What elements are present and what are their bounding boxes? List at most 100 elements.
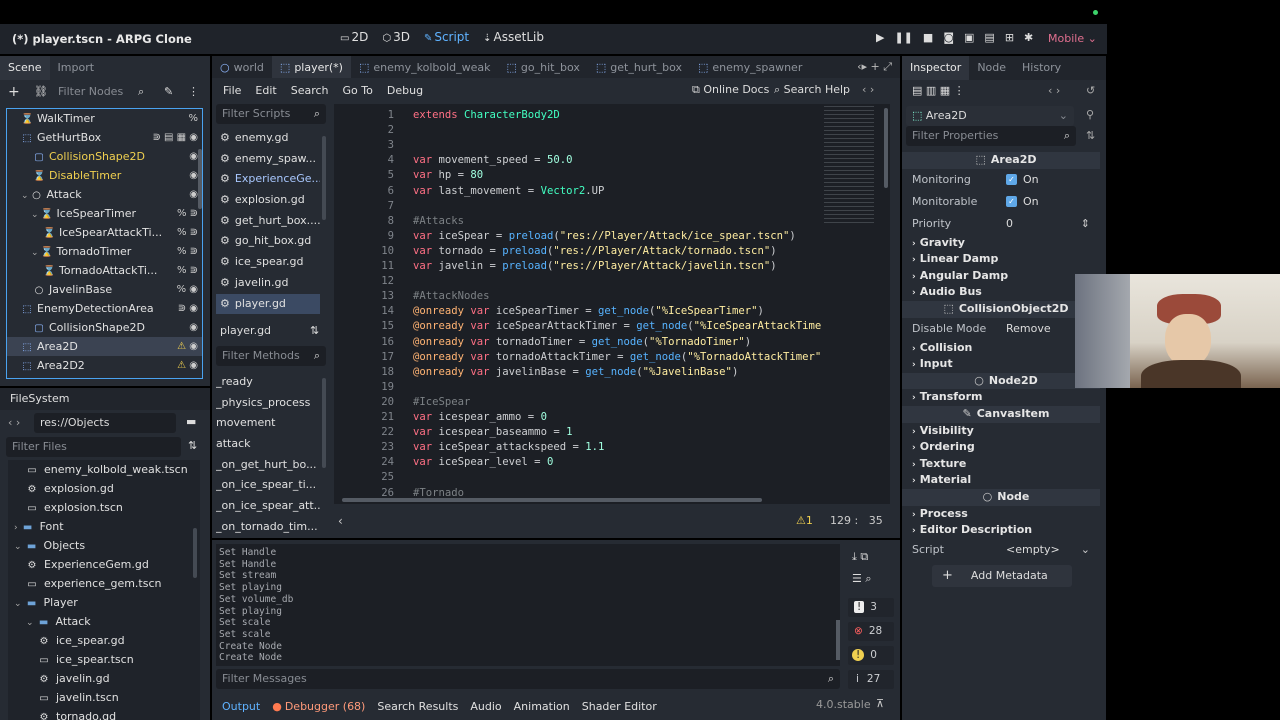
mode-button[interactable]: ✎ Script <box>424 30 469 44</box>
link-icon[interactable]: ⛓ <box>34 85 48 98</box>
section-material[interactable]: › Material <box>902 472 1100 489</box>
sort-icon[interactable]: ⇅ <box>310 324 319 337</box>
script-item[interactable]: ⚙ enemy.gd <box>216 128 320 149</box>
script-item[interactable]: ⚙ player.gd <box>216 293 320 315</box>
object-tools-icon[interactable]: ⚲ <box>1086 108 1094 121</box>
editor-tab[interactable]: ○ world <box>212 56 272 80</box>
code-line[interactable]: var movement_speed = 50.0 <box>413 154 572 166</box>
script-item[interactable]: ⚙ javelin.gd <box>216 273 320 294</box>
tab-import[interactable]: Import <box>50 56 103 80</box>
scene-node[interactable]: ⬚ GetHurtBox ⋑ ▤ ▦ ◉ <box>7 128 202 147</box>
tree-arrow-icon[interactable]: ⌄ <box>14 599 22 609</box>
property-row[interactable]: Disable Mode Remove <box>902 318 1100 340</box>
scene-node[interactable]: ▢ CollisionShape2D ◉ <box>7 147 202 166</box>
mode-2d[interactable]: 2D <box>351 30 368 44</box>
property-value[interactable]: Remove <box>1006 318 1051 340</box>
bottom-tab[interactable]: ● Debugger (68) <box>266 700 371 713</box>
property-value[interactable]: <empty> <box>1006 539 1060 561</box>
mode-button[interactable]: ▭ 2D <box>340 30 368 44</box>
inspector-tab[interactable]: History <box>1014 56 1069 80</box>
code-line[interactable]: var icespear_ammo = 0 <box>413 411 547 423</box>
node-status-icons[interactable]: ◉ <box>189 185 198 204</box>
code-line[interactable]: var iceSpear_attackspeed = 1.1 <box>413 441 604 453</box>
class-header[interactable]: ⬚ Area2D <box>902 152 1100 169</box>
scene-node[interactable]: ⌛ DisableTimer ◉ <box>7 166 202 185</box>
node-status-icons[interactable]: ⚠ ◉ <box>177 356 198 375</box>
code-line[interactable]: @onready var javelinBase = get_node("%Ja… <box>413 366 738 378</box>
script-item[interactable]: ⚙ ice_spear.gd <box>216 252 320 273</box>
section-audio-bus[interactable]: › Audio Bus <box>902 284 1100 301</box>
file-item[interactable]: ▭ javelin.tscn <box>8 688 200 707</box>
node-status-icons[interactable]: ◉ <box>189 147 198 166</box>
tree-arrow-icon[interactable]: ⌄ <box>26 618 34 628</box>
class-header[interactable]: ⬚ CollisionObject2D <box>902 300 1100 318</box>
method-item[interactable]: _on_tornado_tim... <box>216 517 320 534</box>
play-custom-icon[interactable]: ▤ <box>984 31 994 44</box>
editor-tab[interactable]: ⬚ enemy_kolbold_weak <box>351 56 499 80</box>
code-line[interactable]: @onready var tornadoTimer = get_node("%T… <box>413 336 751 348</box>
warning-count-badge[interactable]: ! 0 <box>848 646 894 665</box>
editor-tab[interactable]: ⬚ get_hurt_box <box>588 56 690 80</box>
section-texture[interactable]: › Texture <box>902 456 1100 473</box>
scene-node[interactable]: ⬚ Area2D ⚠ ◉ <box>7 337 202 356</box>
add-node-icon[interactable]: + <box>8 84 20 100</box>
node-status-icons[interactable]: % ⋑ <box>177 223 198 242</box>
folder-item[interactable]: ⌄ ▬ Player <box>8 593 200 612</box>
property-row[interactable]: Monitoring ✓ On <box>902 169 1100 191</box>
folder-item[interactable]: ⌄ ▬ Attack <box>8 612 200 631</box>
movie-icon[interactable]: ⊞ <box>1005 31 1014 44</box>
node-status-icons[interactable]: ⋑ ◉ <box>178 299 198 318</box>
pause-icon[interactable]: ❚❚ <box>894 31 912 44</box>
bottom-tab[interactable]: Animation <box>508 700 576 713</box>
file-item[interactable]: ▭ explosion.tscn <box>8 498 200 517</box>
code-line[interactable]: var icespear_baseammo = 1 <box>413 426 572 438</box>
method-item[interactable]: attack <box>216 434 320 455</box>
filter-scripts-input[interactable]: Filter Scripts ⌕ <box>216 104 326 124</box>
script-attach-icon[interactable]: ✎ <box>164 85 173 98</box>
file-item[interactable]: ⚙ ExperienceGem.gd <box>8 555 200 574</box>
property-row[interactable]: Priority 0 ⇕ <box>902 213 1100 235</box>
property-value[interactable]: ✓ On <box>1006 191 1039 213</box>
remote-icon[interactable]: ◙ <box>943 31 954 44</box>
folder-item[interactable]: ⌄ ▬ Objects <box>8 536 200 555</box>
script-list-scrollbar[interactable] <box>322 136 326 220</box>
path-field[interactable]: res://Objects <box>34 413 176 433</box>
method-item[interactable]: movement <box>216 413 320 434</box>
scene-node[interactable]: ⌄ ⌛ IceSpearTimer % ⋑ <box>7 204 202 223</box>
stop-icon[interactable]: ■ <box>923 31 933 44</box>
editor-tab[interactable]: ⬚ enemy_spawner <box>690 56 810 80</box>
section-editor-description[interactable]: › Editor Description <box>902 522 1100 539</box>
code-hscrollbar[interactable] <box>342 498 762 502</box>
folder-item[interactable]: › ▬ Font <box>8 517 200 536</box>
search-help-link[interactable]: ⌕ Search Help <box>774 83 850 97</box>
node-status-icons[interactable]: ◉ <box>189 166 198 185</box>
mode-script[interactable]: Script <box>434 30 469 44</box>
file-item[interactable]: ⚙ tornado.gd <box>8 707 200 720</box>
code-line[interactable]: #Tornado <box>413 487 464 499</box>
renderer-select[interactable]: Mobile ⌄ <box>1048 32 1097 45</box>
code-line[interactable]: extends CharacterBody2D <box>413 109 560 121</box>
menu-go-to[interactable]: Go To <box>336 84 380 97</box>
property-value[interactable]: ✓ On <box>1006 169 1039 191</box>
inspector-tab[interactable]: Node <box>969 56 1014 80</box>
code-vscrollbar[interactable] <box>884 108 888 188</box>
filter-messages-input[interactable]: Filter Messages ⌕ <box>216 669 840 689</box>
node-status-icons[interactable]: % ⋑ <box>177 261 198 280</box>
editor-tab[interactable]: ⬚ go_hit_box <box>499 56 588 80</box>
section-transform[interactable]: › Transform <box>902 389 1100 406</box>
inspector-tab[interactable]: Inspector <box>902 56 970 80</box>
menu-search[interactable]: Search <box>284 84 336 97</box>
code-line[interactable]: var javelin = preload("res://Player/Atta… <box>413 260 777 272</box>
history-nav-icons[interactable]: ‹ › <box>862 83 874 96</box>
output-tool-icons[interactable]: ⤓ ⧉ <box>852 550 868 564</box>
history-nav-icons[interactable]: ‹ › <box>1048 84 1060 97</box>
section-visibility[interactable]: › Visibility <box>902 423 1100 440</box>
object-selector[interactable]: ⬚ Area2D ⌄ <box>906 106 1074 126</box>
output-scrollbar[interactable] <box>836 620 840 660</box>
play-icon[interactable]: ▶ <box>876 31 884 44</box>
info-count-badge[interactable]: ⅰ 27 <box>848 670 894 689</box>
file-item[interactable]: ▭ ice_spear.tscn <box>8 650 200 669</box>
debug-icon[interactable]: ✱ <box>1024 31 1033 44</box>
output-filter-icons[interactable]: ☰ ⌕ <box>852 572 872 586</box>
mode-button[interactable]: ⬡ 3D <box>382 30 410 44</box>
